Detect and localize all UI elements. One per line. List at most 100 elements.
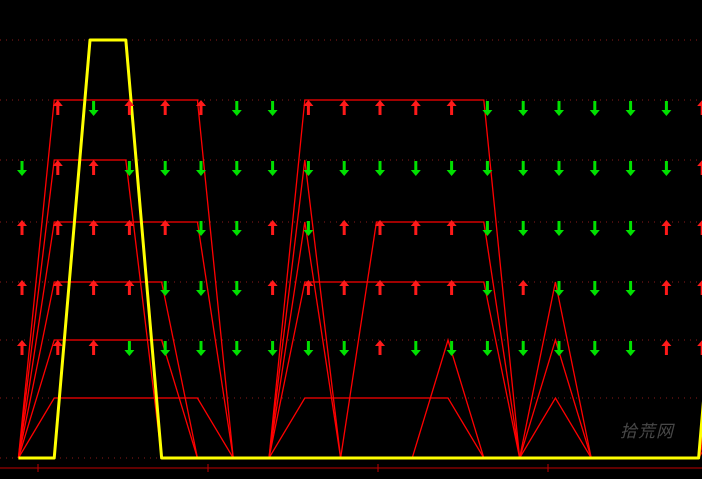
down-arrow-head xyxy=(410,350,421,356)
down-arrow-shaft xyxy=(485,221,489,230)
down-arrow-head xyxy=(339,350,350,356)
down-arrow-r1-c17 xyxy=(625,161,636,176)
up-arrow-head xyxy=(518,280,529,286)
down-arrow-head xyxy=(88,110,99,116)
up-arrow-head xyxy=(661,340,672,346)
down-arrow-shaft xyxy=(450,161,454,170)
down-arrow-shaft xyxy=(521,221,525,230)
up-arrow-shaft xyxy=(378,346,382,355)
down-arrow-head xyxy=(267,110,278,116)
down-arrow-head xyxy=(267,350,278,356)
down-arrow-head xyxy=(554,230,564,236)
down-arrow-shaft xyxy=(664,101,668,110)
down-arrow-r4-c9 xyxy=(339,341,350,356)
up-arrow-shaft xyxy=(163,106,167,115)
down-arrow-shaft xyxy=(306,221,310,230)
down-arrow-r4-c3 xyxy=(124,341,135,356)
yellow-series-line xyxy=(18,38,702,460)
down-arrow-shaft xyxy=(450,341,454,350)
down-arrow-r1-c7 xyxy=(267,161,278,176)
down-arrow-shaft xyxy=(557,161,561,170)
up-arrow-head xyxy=(17,340,27,346)
up-arrow-head xyxy=(410,100,421,106)
up-arrow-r0-c10 xyxy=(375,100,385,115)
grid-layer xyxy=(0,39,702,459)
down-arrow-r0-c6 xyxy=(231,101,242,116)
up-arrow-shaft xyxy=(56,226,60,235)
up-arrow-shaft xyxy=(414,226,418,235)
down-arrow-shaft xyxy=(199,161,203,170)
down-arrow-shaft xyxy=(306,341,310,350)
down-arrow-head xyxy=(518,170,529,176)
up-arrow-shaft xyxy=(56,286,60,295)
down-arrow-head xyxy=(589,290,600,296)
up-arrow-shaft xyxy=(664,286,668,295)
down-arrow-head xyxy=(518,230,529,236)
up-arrow-shaft xyxy=(306,106,310,115)
up-arrow-head xyxy=(410,220,421,226)
down-arrow-head xyxy=(196,230,206,236)
down-arrow-r0-c14 xyxy=(518,101,529,116)
down-arrow-r1-c6 xyxy=(231,161,242,176)
down-arrow-shaft xyxy=(664,161,668,170)
up-arrow-r1-c2 xyxy=(88,160,99,175)
up-arrow-r4-c19 xyxy=(697,340,702,355)
up-arrow-head xyxy=(410,280,421,286)
down-arrow-head xyxy=(196,350,206,356)
down-arrow-head xyxy=(518,350,529,356)
down-arrow-shaft xyxy=(342,341,346,350)
down-arrow-head xyxy=(625,230,636,236)
down-arrow-shaft xyxy=(271,101,275,110)
down-arrow-head xyxy=(554,170,564,176)
up-arrow-shaft xyxy=(664,346,668,355)
down-arrow-head xyxy=(410,170,421,176)
up-arrow-r0-c19 xyxy=(697,100,702,115)
down-arrow-r1-c10 xyxy=(375,161,385,176)
down-arrow-shaft xyxy=(127,161,131,170)
up-arrow-head xyxy=(446,100,457,106)
red-series-line-1 xyxy=(17,159,702,459)
down-arrow-head xyxy=(554,110,564,116)
down-arrow-r1-c14 xyxy=(518,161,529,176)
down-arrow-r0-c17 xyxy=(625,101,636,116)
down-arrow-shaft xyxy=(593,341,597,350)
up-arrow-r4-c18 xyxy=(661,340,672,355)
up-arrow-head xyxy=(17,280,27,286)
down-arrow-shaft xyxy=(235,281,239,290)
down-arrow-head xyxy=(196,290,206,296)
up-arrow-shaft xyxy=(20,286,24,295)
down-arrow-head xyxy=(661,170,672,176)
up-arrow-shaft xyxy=(664,226,668,235)
down-arrow-head xyxy=(482,230,493,236)
down-arrow-head xyxy=(446,170,457,176)
down-arrow-r2-c15 xyxy=(554,221,564,236)
down-arrow-shaft xyxy=(306,161,310,170)
down-arrow-r1-c0 xyxy=(17,161,27,176)
up-arrow-head xyxy=(697,100,702,106)
down-arrow-shaft xyxy=(521,161,525,170)
up-arrow-head xyxy=(267,220,278,226)
up-arrow-r4-c0 xyxy=(17,340,27,355)
down-arrow-shaft xyxy=(629,101,633,110)
up-arrow-head xyxy=(339,220,350,226)
signal-chart: 拾荒网 xyxy=(0,0,702,474)
up-arrow-shaft xyxy=(199,106,203,115)
down-arrow-head xyxy=(625,170,636,176)
down-arrow-head xyxy=(589,170,600,176)
down-arrow-shaft xyxy=(485,161,489,170)
up-arrow-shaft xyxy=(342,286,346,295)
yellow-series-layer xyxy=(18,38,702,460)
down-arrow-head xyxy=(589,110,600,116)
down-arrow-head xyxy=(625,290,636,296)
down-arrow-shaft xyxy=(521,101,525,110)
down-arrow-shaft xyxy=(199,221,203,230)
down-arrow-r4-c5 xyxy=(196,341,206,356)
down-arrow-shaft xyxy=(378,161,382,170)
down-arrow-head xyxy=(267,170,278,176)
down-arrow-r4-c15 xyxy=(554,341,564,356)
up-arrow-shaft xyxy=(450,226,454,235)
down-arrow-head xyxy=(160,290,171,296)
down-arrow-head xyxy=(231,110,242,116)
arrow-layer xyxy=(17,100,702,356)
down-arrow-shaft xyxy=(342,161,346,170)
